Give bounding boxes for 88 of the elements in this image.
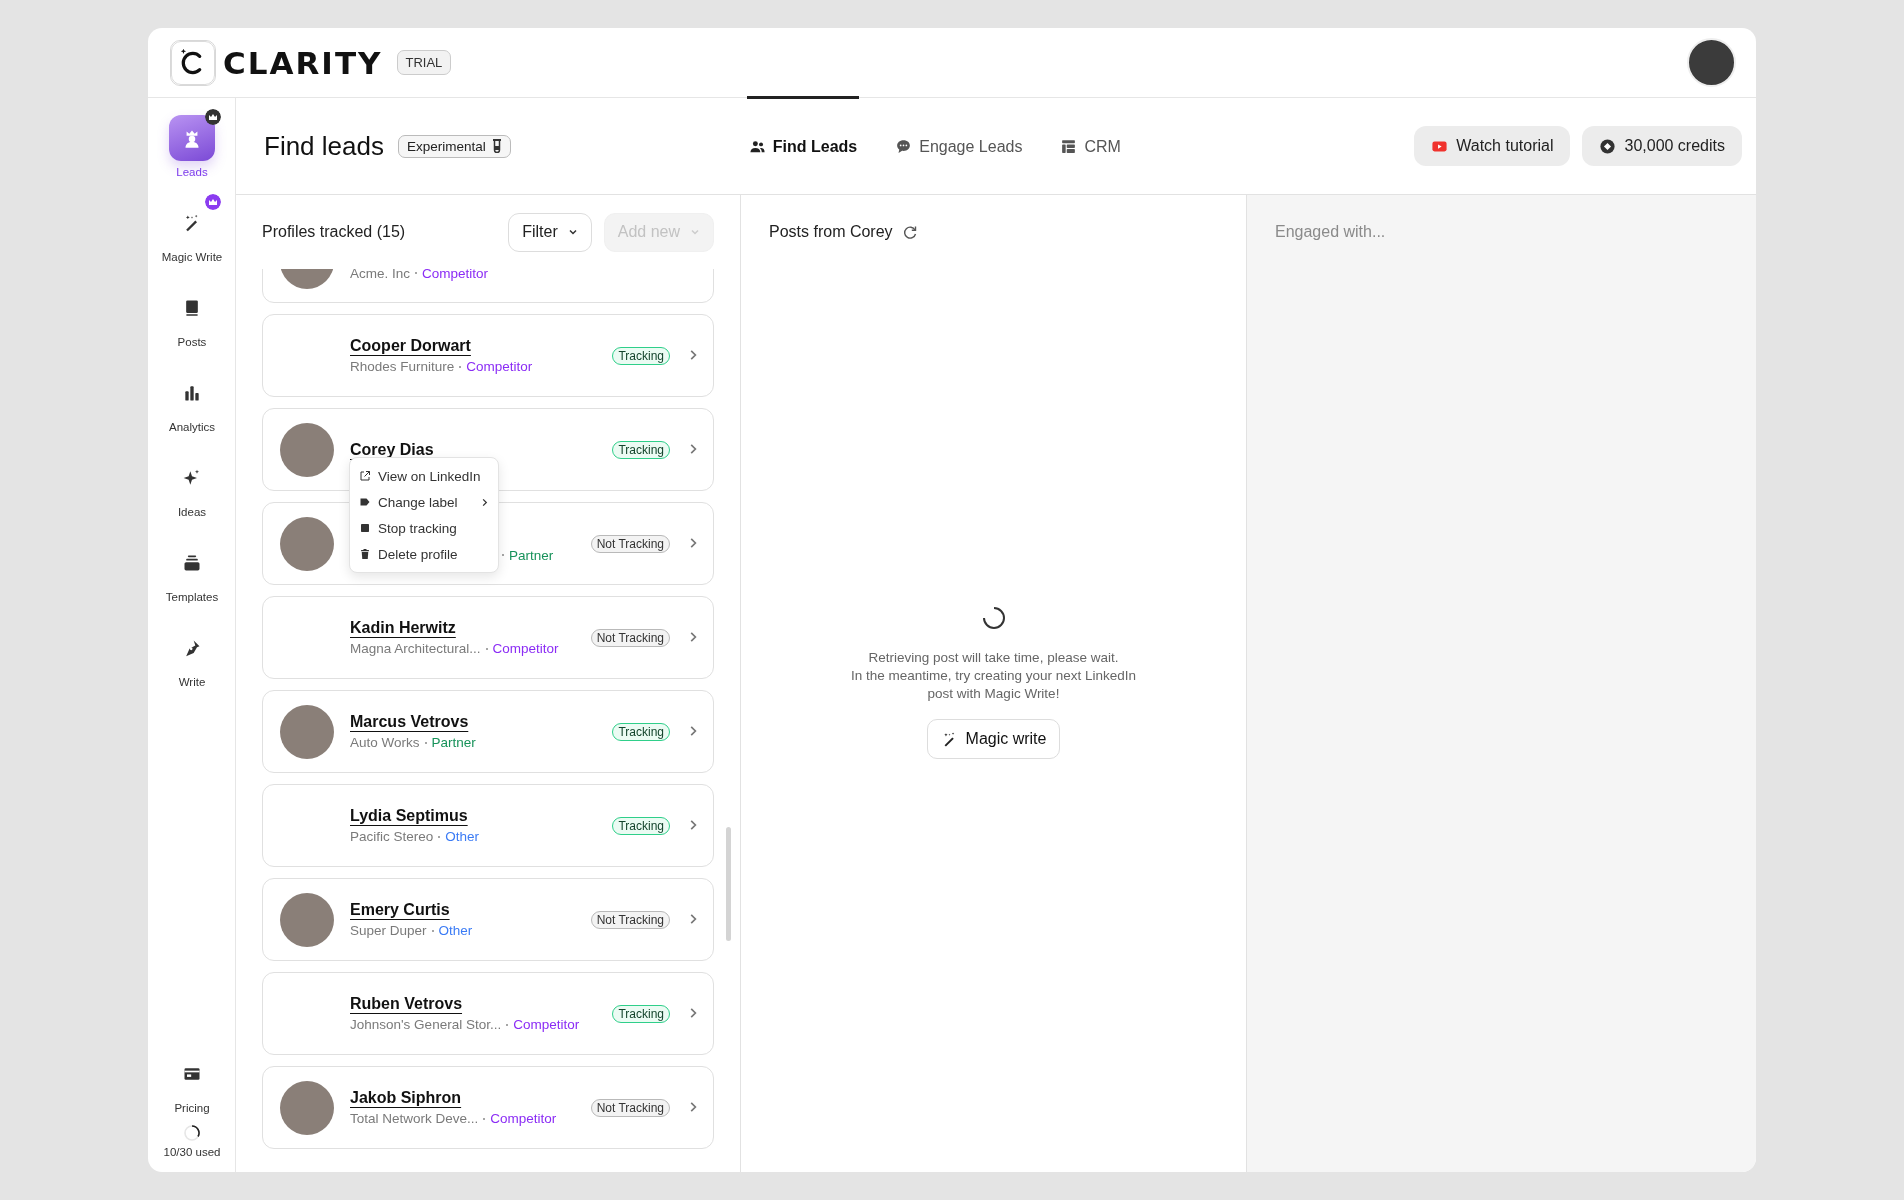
- trial-badge: TRIAL: [396, 50, 452, 75]
- sidebar-item[interactable]: Analytics: [148, 362, 236, 447]
- company-name: Magna Architectural...: [350, 641, 481, 656]
- table-icon: [1060, 138, 1078, 155]
- watch-tutorial-button[interactable]: Watch tutorial: [1414, 126, 1571, 166]
- profile-card[interactable]: Kadin Herwitz Magna Architectural... Competitor Not Tracking: [262, 596, 714, 679]
- profile-card[interactable]: Marcus Vetrovs Auto Works Partner Tracking: [262, 690, 714, 773]
- profile-name[interactable]: Ruben Vetrovs: [350, 995, 463, 1013]
- profile-card[interactable]: Jakob Siphron Total Network Deve... Competitor Not Tracking: [262, 1066, 714, 1149]
- sidebar-item[interactable]: Ideas: [148, 447, 236, 532]
- nav-tab[interactable]: CRM: [1058, 96, 1123, 194]
- menu-item[interactable]: Change label: [350, 489, 498, 515]
- profile-card[interactable]: Cooper Dorwart Rhodes Furniture Competitor Tracking: [262, 314, 714, 397]
- profile-card[interactable]: Emery Curtis Super Duper Other Not Tracking: [262, 878, 714, 961]
- sidebar-item[interactable]: Pricing: [148, 1043, 236, 1128]
- profile-name[interactable]: Corey Dias: [350, 440, 434, 459]
- sidebar-item[interactable]: Magic Write: [148, 192, 236, 277]
- bar-chart-icon: [182, 383, 202, 403]
- panel-title: Profiles tracked (15): [262, 223, 406, 241]
- chevron-down-icon: [567, 227, 578, 237]
- profile-label: Competitor: [490, 1111, 557, 1126]
- magic-write-button[interactable]: Magic write: [926, 719, 1061, 759]
- loading-spinner-icon: [980, 605, 1007, 631]
- brand-name: CLARITY: [223, 44, 383, 81]
- usage-ring-icon: [183, 1124, 201, 1142]
- status-badge: Tracking: [612, 440, 670, 459]
- chevron-right-icon: [480, 497, 489, 507]
- company-name: Pacific Stereo: [350, 829, 434, 844]
- profile-label: Competitor: [513, 1017, 580, 1032]
- panel-title: Posts from Corey: [769, 223, 893, 241]
- status-badge: Not Tracking: [590, 910, 670, 929]
- square-icon: [359, 522, 371, 534]
- nav-tab[interactable]: Engage Leads: [893, 96, 1025, 194]
- profile-card[interactable]: Lydia Septimus Pacific Stereo Other Tracking: [262, 784, 714, 867]
- menu-item[interactable]: Stop tracking: [350, 515, 498, 541]
- coin-icon: [1599, 137, 1617, 155]
- profile-label: Other: [438, 923, 473, 938]
- menu-item[interactable]: Delete profile: [350, 541, 498, 567]
- refresh-icon[interactable]: [901, 224, 918, 240]
- test-tube-icon: [491, 139, 502, 153]
- chevron-down-icon: [690, 227, 700, 237]
- company-name: Acme. Inc: [350, 269, 411, 281]
- profile-name[interactable]: Marcus Vetrovs: [350, 713, 469, 731]
- status-badge: Tracking: [612, 816, 670, 835]
- profile-name[interactable]: Cooper Dorwart: [350, 337, 471, 355]
- logo-icon: [170, 39, 216, 86]
- profile-label: Other: [445, 829, 480, 844]
- sidebar-item[interactable]: Leads: [148, 107, 236, 192]
- profile-name[interactable]: Jakob Siphron: [350, 1089, 462, 1107]
- status-badge: Tracking: [612, 346, 670, 365]
- status-badge: Tracking: [612, 1004, 670, 1023]
- people-icon: [748, 138, 766, 155]
- experimental-badge: Experimental: [397, 134, 511, 158]
- menu-item[interactable]: View on LinkedIn: [350, 463, 498, 489]
- company-name: Super Duper: [350, 923, 427, 938]
- profile-name[interactable]: Kadin Herwitz: [350, 619, 456, 637]
- page-title: Find leads: [264, 130, 384, 162]
- profile-name[interactable]: Emery Curtis: [350, 901, 450, 919]
- profile-label: Competitor: [466, 359, 533, 374]
- profile-name[interactable]: Lydia Septimus: [350, 807, 468, 825]
- company-name: Rhodes Furniture: [350, 359, 455, 374]
- filter-dropdown[interactable]: Filter: [508, 212, 592, 252]
- external-link-icon: [359, 470, 371, 482]
- user-avatar[interactable]: [1687, 38, 1736, 87]
- profile-label: Partner: [509, 547, 554, 563]
- stack-icon: [182, 553, 202, 573]
- usage-text: 10/30 used: [163, 1146, 221, 1158]
- scrollbar[interactable]: [726, 827, 731, 941]
- loading-message: Retrieving post will take time, please wait. In the meantime, try creating your next LinkedIn post with Magic Write!: [850, 649, 1137, 703]
- status-badge: Not Tracking: [590, 1098, 670, 1117]
- company-name: Auto Works: [350, 735, 420, 750]
- credits-button[interactable]: 30,000 credits: [1582, 126, 1742, 166]
- tag-icon: [359, 496, 371, 508]
- company-name: Total Network Deve...: [350, 1111, 479, 1126]
- panel-title: Engaged with...: [1275, 223, 1386, 241]
- status-badge: Not Tracking: [590, 628, 670, 647]
- nav-tab[interactable]: Find Leads: [746, 96, 860, 194]
- sidebar-item[interactable]: Templates: [148, 532, 236, 617]
- company-name: Johnson's General Stor...: [350, 1017, 502, 1032]
- profile-label: Partner: [431, 735, 476, 750]
- profile-card[interactable]: Ruben Vetrovs Johnson's General Stor... Competitor Tracking: [262, 972, 714, 1055]
- chat-bubble-icon: [895, 138, 913, 155]
- sidebar-item[interactable]: Posts: [148, 277, 236, 362]
- status-badge: Tracking: [612, 722, 670, 741]
- status-badge: Not Tracking: [590, 534, 670, 553]
- profile-label: Competitor: [492, 641, 559, 656]
- trash-icon: [359, 548, 371, 560]
- sidebar-item[interactable]: Write: [148, 617, 236, 702]
